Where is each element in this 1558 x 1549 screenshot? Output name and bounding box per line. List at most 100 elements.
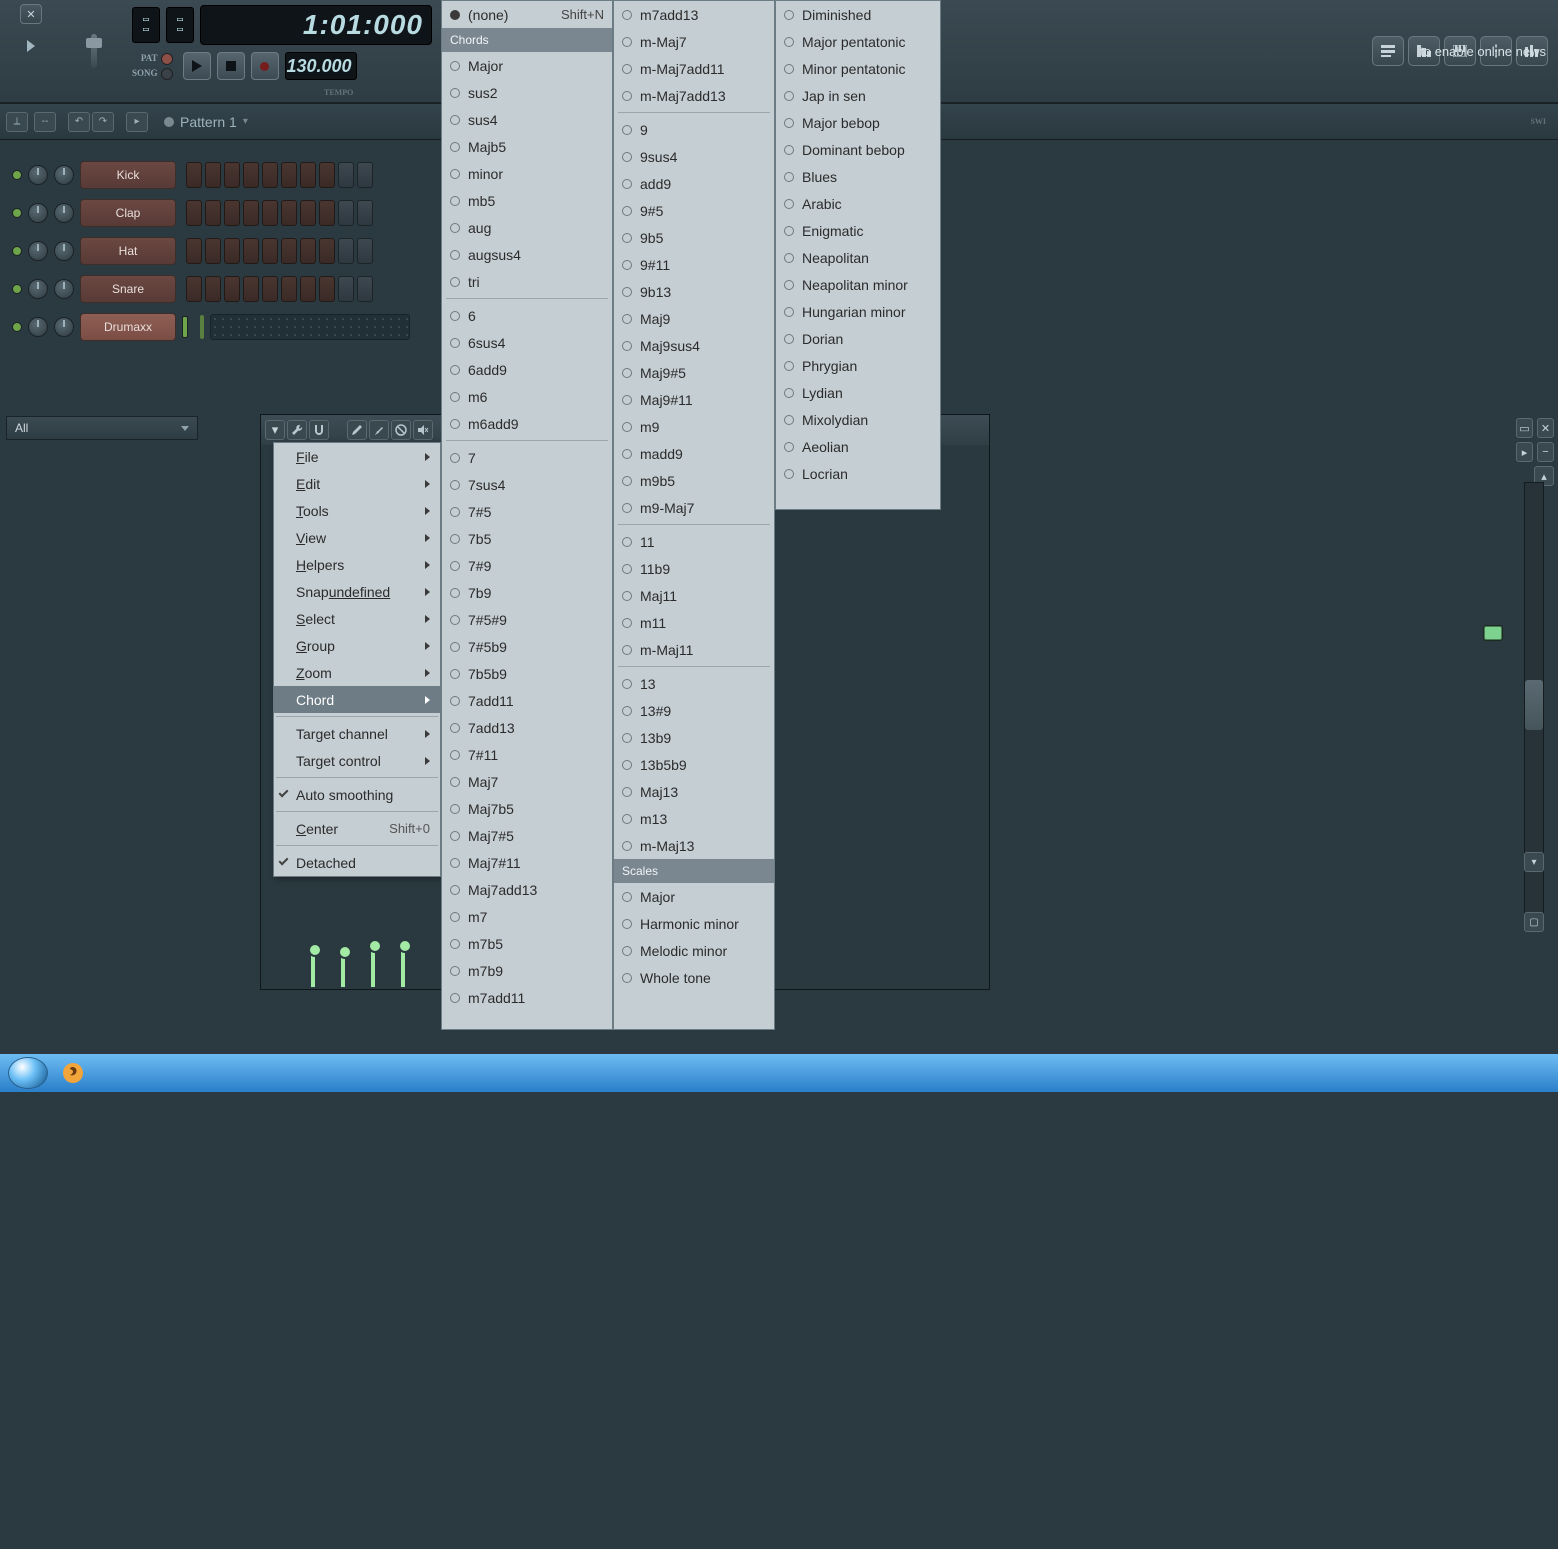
chord-option-maj7b5[interactable]: Maj7b5: [442, 795, 612, 822]
channel-name-button[interactable]: Drumaxx: [80, 313, 176, 341]
chord-option-m6[interactable]: m6: [442, 383, 612, 410]
playlist-toggle-btn[interactable]: [1372, 36, 1404, 66]
wrench-icon[interactable]: [287, 420, 307, 440]
chord-option-neapolitan[interactable]: Neapolitan: [776, 244, 940, 271]
close-icon[interactable]: ✕: [1537, 418, 1554, 438]
chord-option-6sus4[interactable]: 6sus4: [442, 329, 612, 356]
chord-option-m6add9[interactable]: m6add9: [442, 410, 612, 437]
chord-option-m7add11[interactable]: m7add11: [442, 984, 612, 1011]
chord-option-mixolydian[interactable]: Mixolydian: [776, 406, 940, 433]
velocity-bar[interactable]: [341, 949, 345, 987]
menu-item-helpers[interactable]: Helpers: [274, 551, 440, 578]
channel-pan-knob[interactable]: [28, 317, 48, 337]
chord-option-aeolian[interactable]: Aeolian: [776, 433, 940, 460]
channel-pan-knob[interactable]: [28, 165, 48, 185]
channel-vol-knob[interactable]: [54, 165, 74, 185]
step-button[interactable]: [357, 200, 373, 226]
chord-option-diminished[interactable]: Diminished: [776, 1, 940, 28]
step-button[interactable]: [357, 162, 373, 188]
chord-option-7b5[interactable]: 7b5: [442, 525, 612, 552]
chord-option-7sus4[interactable]: 7sus4: [442, 471, 612, 498]
chord-option-13-9[interactable]: 13#9: [614, 697, 774, 724]
chord-option-7b9[interactable]: 7b9: [442, 579, 612, 606]
channel-pan-knob[interactable]: [28, 203, 48, 223]
chord-option-arabic[interactable]: Arabic: [776, 190, 940, 217]
step-button[interactable]: [319, 162, 335, 188]
chord-option-m-maj7add13[interactable]: m-Maj7add13: [614, 82, 774, 109]
chord-option-7-11[interactable]: 7#11: [442, 741, 612, 768]
chord-option-m7add13[interactable]: m7add13: [614, 1, 774, 28]
chord-option-9-5[interactable]: 9#5: [614, 197, 774, 224]
chord-option-11[interactable]: 11: [614, 528, 774, 555]
chord-option-m7[interactable]: m7: [442, 903, 612, 930]
channel-mute-led[interactable]: [12, 284, 22, 294]
chord-option-9b13[interactable]: 9b13: [614, 278, 774, 305]
velocity-bar[interactable]: [371, 943, 375, 987]
step-button[interactable]: [281, 200, 297, 226]
chord-option-9[interactable]: 9: [614, 116, 774, 143]
step-button[interactable]: [338, 276, 354, 302]
chord-option--none-[interactable]: (none)Shift+N: [442, 1, 612, 28]
step-button[interactable]: [319, 200, 335, 226]
chord-option-blues[interactable]: Blues: [776, 163, 940, 190]
step-button[interactable]: [338, 162, 354, 188]
magnet-snap-icon[interactable]: [309, 420, 329, 440]
step-button[interactable]: [300, 276, 316, 302]
close-panel-button[interactable]: ✕: [20, 4, 42, 24]
step-button[interactable]: [300, 162, 316, 188]
chord-option-m-maj7[interactable]: m-Maj7: [614, 28, 774, 55]
step-button[interactable]: [300, 238, 316, 264]
chord-option-add9[interactable]: add9: [614, 170, 774, 197]
mini-piano-preview[interactable]: [210, 314, 410, 340]
chord-option-tri[interactable]: tri: [442, 268, 612, 295]
step-button[interactable]: [281, 162, 297, 188]
scroll-down-icon[interactable]: ▾: [1524, 852, 1544, 872]
chord-option-maj9[interactable]: Maj9: [614, 305, 774, 332]
step-button[interactable]: [262, 276, 278, 302]
step-button[interactable]: [300, 200, 316, 226]
menu-item-select[interactable]: Select: [274, 605, 440, 632]
chord-option-sus4[interactable]: sus4: [442, 106, 612, 133]
chord-option-harmonic-minor[interactable]: Harmonic minor: [614, 910, 774, 937]
chord-option-9-11[interactable]: 9#11: [614, 251, 774, 278]
step-button[interactable]: [224, 276, 240, 302]
draw-pencil-icon[interactable]: [347, 420, 367, 440]
step-button[interactable]: [243, 200, 259, 226]
chord-option-m7b9[interactable]: m7b9: [442, 957, 612, 984]
chord-option-augsus4[interactable]: augsus4: [442, 241, 612, 268]
song-mode-led[interactable]: [161, 68, 173, 80]
step-button[interactable]: [224, 238, 240, 264]
chord-option-m13[interactable]: m13: [614, 805, 774, 832]
chord-option-sus2[interactable]: sus2: [442, 79, 612, 106]
menu-item-view[interactable]: View: [274, 524, 440, 551]
windows-taskbar[interactable]: [0, 1054, 1558, 1092]
channel-vol-knob[interactable]: [54, 203, 74, 223]
chord-option-aug[interactable]: aug: [442, 214, 612, 241]
step-button[interactable]: [186, 238, 202, 264]
step-button[interactable]: [357, 276, 373, 302]
play-button[interactable]: [183, 52, 211, 80]
chord-option-9sus4[interactable]: 9sus4: [614, 143, 774, 170]
chord-option-lydian[interactable]: Lydian: [776, 379, 940, 406]
zoom-fit-icon[interactable]: ▢: [1524, 912, 1544, 932]
chord-option-6add9[interactable]: 6add9: [442, 356, 612, 383]
play-icon[interactable]: ▸: [1516, 442, 1533, 462]
minimize-icon[interactable]: ▭: [1516, 418, 1533, 438]
piano-menu-caret-icon[interactable]: ▾: [265, 420, 285, 440]
chord-option-maj9-11[interactable]: Maj9#11: [614, 386, 774, 413]
channel-mute-led[interactable]: [12, 246, 22, 256]
mute-speaker-icon[interactable]: [413, 420, 433, 440]
delete-cross-icon[interactable]: [391, 420, 411, 440]
chord-option-dominant-bebop[interactable]: Dominant bebop: [776, 136, 940, 163]
step-button[interactable]: [319, 276, 335, 302]
chord-option-maj7-5[interactable]: Maj7#5: [442, 822, 612, 849]
dash-icon[interactable]: --: [34, 112, 56, 132]
channel-pan-knob[interactable]: [28, 241, 48, 261]
chord-option-enigmatic[interactable]: Enigmatic: [776, 217, 940, 244]
menu-item-zoom[interactable]: Zoom: [274, 659, 440, 686]
chord-option-whole-tone[interactable]: Whole tone: [614, 964, 774, 991]
chord-option-maj13[interactable]: Maj13: [614, 778, 774, 805]
pattern-selector[interactable]: Pattern 1 ▾: [164, 114, 248, 130]
step-button[interactable]: [319, 238, 335, 264]
menu-item-edit[interactable]: Edit: [274, 470, 440, 497]
